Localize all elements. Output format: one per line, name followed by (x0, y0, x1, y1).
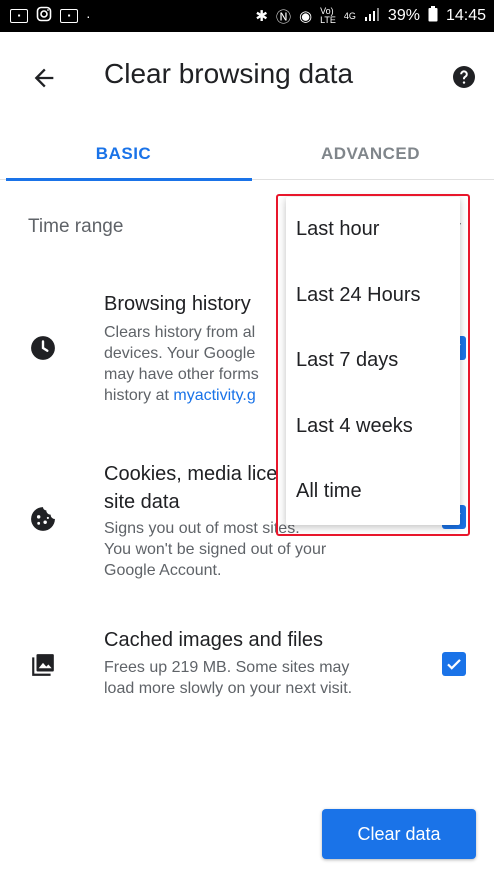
desc-text: history at (104, 387, 174, 404)
status-right: ✱ Ⓝ ◉ Vo) LTE 4G 39% 14:45 (255, 5, 486, 27)
desc-line: You won't be signed out of your (104, 541, 327, 558)
status-dot: · (86, 8, 91, 24)
cached-images-desc: Frees up 219 MB. Some sites may load mor… (104, 657, 404, 699)
tab-advanced[interactable]: ADVANCED (247, 128, 494, 180)
status-left: ▪ ▪ · (10, 6, 91, 27)
network-4g-icon: 4G (343, 11, 356, 21)
clock: 14:45 (445, 7, 486, 24)
bluetooth-icon: ✱ (255, 8, 268, 25)
nfc-icon: Ⓝ (275, 8, 291, 26)
help-icon[interactable] (452, 65, 476, 89)
app-bar: Clear browsing data (0, 32, 494, 128)
signal-icon (364, 7, 380, 26)
myactivity-link[interactable]: myactivity.g (173, 387, 255, 404)
tab-indicator (6, 178, 252, 181)
battery-icon (428, 5, 438, 27)
clear-data-button[interactable]: Clear data (322, 809, 476, 859)
desc-line: Frees up 219 MB. Some sites may (104, 659, 350, 676)
option-last-4-weeks[interactable]: Last 4 weeks (296, 396, 456, 456)
alarm-icon: ◉ (298, 8, 313, 25)
cached-images-title: Cached images and files (104, 629, 324, 651)
tab-basic[interactable]: BASIC (0, 128, 247, 180)
cached-images-checkbox[interactable] (442, 652, 466, 676)
status-bar: ▪ ▪ · ✱ Ⓝ ◉ Vo) LTE 4G 39% 14:45 (0, 0, 494, 32)
cookie-icon (30, 506, 56, 532)
instagram-icon (36, 6, 52, 27)
desc-line: load more slowly on your next visit. (104, 680, 353, 697)
back-arrow-icon[interactable] (30, 64, 58, 92)
image-icon (30, 652, 56, 678)
desc-line: Google Account. (104, 562, 222, 579)
notification-icon: ▪ (10, 9, 28, 23)
time-range-dropdown: Last hour Last 24 Hours Last 7 days Last… (286, 197, 460, 525)
option-last-7-days[interactable]: Last 7 days (296, 330, 456, 390)
volte-icon: Vo) LTE (320, 6, 336, 25)
page-title: Clear browsing data (104, 58, 354, 89)
option-last-hour[interactable]: Last hour (296, 199, 456, 259)
battery-percent: 39% (387, 7, 420, 24)
time-range-label: Time range (28, 216, 124, 237)
notification-icon: ▪ (60, 9, 78, 23)
option-all-time[interactable]: All time (296, 461, 456, 521)
cookies-desc: Signs you out of most sites. You won't b… (104, 518, 404, 581)
option-last-24-hours[interactable]: Last 24 Hours (296, 265, 456, 325)
clock-icon (30, 335, 56, 361)
tab-bar: BASIC ADVANCED (0, 128, 494, 181)
